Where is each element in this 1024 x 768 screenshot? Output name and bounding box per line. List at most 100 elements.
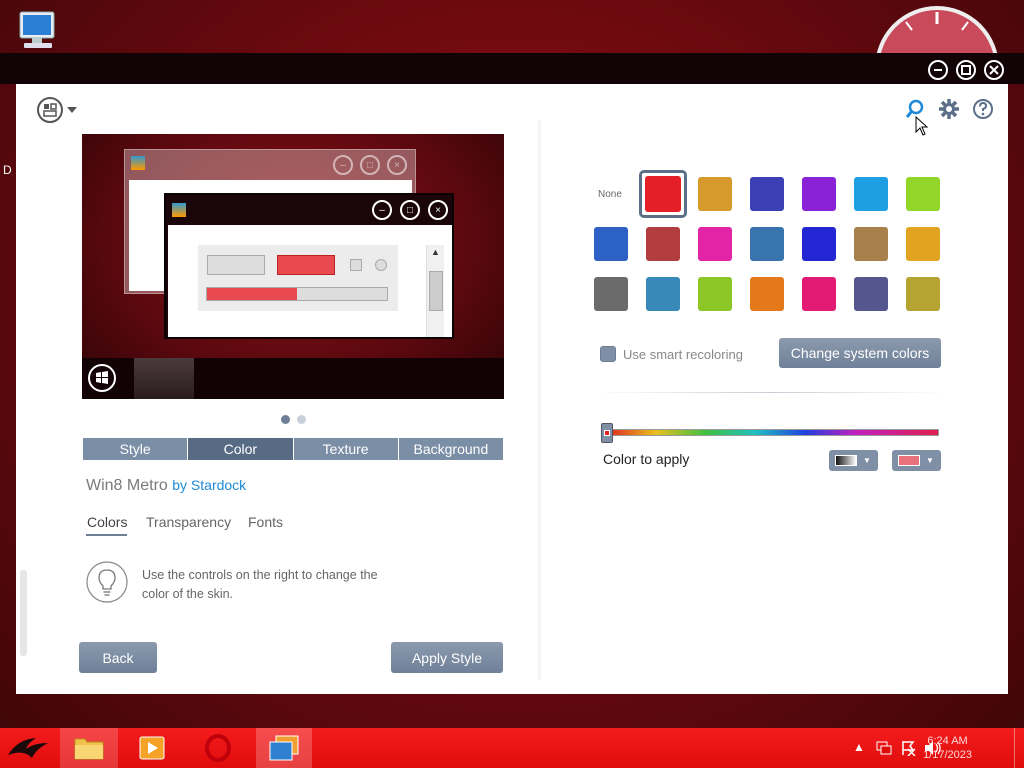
app-menu-button[interactable]: [36, 96, 82, 124]
color-swatch[interactable]: [854, 177, 888, 211]
hue-slider-handle[interactable]: [601, 423, 613, 443]
skin-author-link[interactable]: by Stardock: [172, 477, 246, 493]
skin-preview: – □ × – □ × ▲: [82, 134, 504, 399]
chevron-down-icon: ▼: [863, 456, 871, 465]
preview-maximize-icon: □: [400, 200, 420, 220]
network-icon[interactable]: [876, 740, 892, 761]
panel-divider: [538, 120, 542, 680]
skin-name: Win8 Metro: [86, 477, 168, 494]
preview-page-dot-active[interactable]: [281, 415, 290, 424]
color-preview-icon: [898, 455, 920, 466]
start-button[interactable]: [0, 728, 55, 768]
window-app-icon: [131, 156, 145, 170]
preview-radio: [375, 259, 387, 271]
clock[interactable]: 6:24 AM 1/17/2023: [923, 734, 972, 762]
color-swatch[interactable]: [594, 227, 628, 261]
rog-logo-icon: [7, 738, 48, 758]
preview-close-icon: ×: [428, 200, 448, 220]
section-divider: [594, 392, 948, 393]
back-button[interactable]: Back: [79, 642, 157, 673]
color-swatch[interactable]: [906, 227, 940, 261]
tab-texture[interactable]: Texture: [293, 438, 398, 460]
preview-minimize-icon: –: [333, 155, 353, 175]
preview-minimize-icon: –: [372, 200, 392, 220]
hint-text: Use the controls on the right to change …: [142, 568, 378, 601]
color-dropdown[interactable]: ▼: [892, 450, 941, 471]
color-swatch[interactable]: [906, 177, 940, 211]
color-swatch[interactable]: [854, 277, 888, 311]
media-player-icon: [139, 736, 165, 760]
color-swatch[interactable]: [698, 277, 732, 311]
color-swatch[interactable]: [698, 227, 732, 261]
gradient-preview-icon: [835, 455, 857, 466]
taskbar-explorer[interactable]: [60, 728, 118, 768]
chevron-down-icon: ▼: [926, 456, 934, 465]
clock-time: 6:24 AM: [927, 735, 968, 747]
color-swatch[interactable]: [646, 277, 680, 311]
subtab-fonts[interactable]: Fonts: [248, 514, 283, 530]
settings-button[interactable]: [938, 98, 960, 120]
preview-page-dot[interactable]: [297, 415, 306, 424]
gauge-widget: [872, 0, 1002, 56]
window-app-icon: [172, 203, 186, 217]
gradient-dropdown[interactable]: ▼: [829, 450, 878, 471]
lightbulb-icon: [86, 561, 128, 603]
preview-sample-button: [207, 255, 265, 275]
help-icon: [973, 99, 993, 119]
help-button[interactable]: [972, 98, 994, 120]
color-swatch[interactable]: [906, 277, 940, 311]
taskbar: ▲ 6:24 AM 1/17/2023: [0, 728, 1024, 768]
preview-taskbar: [82, 358, 504, 399]
none-color-option[interactable]: None: [598, 189, 622, 200]
gear-icon: [939, 99, 959, 119]
desktop-icon-label: D: [3, 163, 12, 177]
window-titlebar: [0, 53, 1024, 84]
color-swatch[interactable]: [750, 227, 784, 261]
maximize-icon: [961, 65, 971, 75]
color-swatch-selected[interactable]: [639, 170, 687, 218]
smart-recoloring-checkbox[interactable]: [600, 346, 616, 362]
preview-sample-button-active: [277, 255, 335, 275]
clock-date: 1/17/2023: [923, 749, 972, 761]
action-center-flag-icon[interactable]: [900, 740, 916, 761]
apply-style-button[interactable]: Apply Style: [391, 642, 503, 673]
subtab-transparency[interactable]: Transparency: [146, 514, 231, 530]
subtab-colors[interactable]: Colors: [87, 514, 127, 530]
tab-style[interactable]: Style: [83, 438, 188, 460]
show-desktop-button[interactable]: [1014, 728, 1024, 768]
color-swatch[interactable]: [854, 227, 888, 261]
tray-expand-icon[interactable]: ▲: [853, 740, 865, 754]
preview-checkbox: [350, 259, 362, 271]
opera-icon: [205, 734, 231, 762]
folder-icon: [74, 738, 104, 760]
skin-title: Win8 Metro by Stardock: [86, 477, 246, 495]
taskbar-windowblinds[interactable]: [256, 728, 312, 768]
hue-slider-track[interactable]: [605, 429, 939, 436]
computer-desktop-icon[interactable]: [14, 10, 62, 52]
windowblinds-icon: [269, 735, 299, 761]
minimize-button[interactable]: [928, 60, 948, 80]
color-swatch[interactable]: [750, 277, 784, 311]
color-swatch[interactable]: [646, 227, 680, 261]
mouse-cursor-icon: [915, 115, 929, 141]
skin-menu-icon: [37, 97, 77, 123]
tab-background[interactable]: Background: [398, 438, 503, 460]
style-tabs: Style Color Texture Background: [83, 438, 503, 460]
preview-progress-track: [206, 287, 388, 301]
color-swatch[interactable]: [802, 177, 836, 211]
color-swatch[interactable]: [802, 227, 836, 261]
preview-front-window: – □ × ▲: [164, 193, 454, 339]
close-button[interactable]: [984, 60, 1004, 80]
maximize-button[interactable]: [956, 60, 976, 80]
tab-color[interactable]: Color: [188, 438, 293, 460]
taskbar-opera[interactable]: [190, 728, 246, 768]
color-swatch[interactable]: [802, 277, 836, 311]
preview-maximize-icon: □: [360, 155, 380, 175]
change-system-colors-button[interactable]: Change system colors: [779, 338, 941, 368]
scrollbar-thumb[interactable]: [20, 570, 27, 656]
taskbar-media-player[interactable]: [124, 728, 180, 768]
color-swatch[interactable]: [750, 177, 784, 211]
color-swatch[interactable]: [594, 277, 628, 311]
smart-recoloring-label: Use smart recoloring: [623, 347, 743, 362]
color-swatch[interactable]: [698, 177, 732, 211]
